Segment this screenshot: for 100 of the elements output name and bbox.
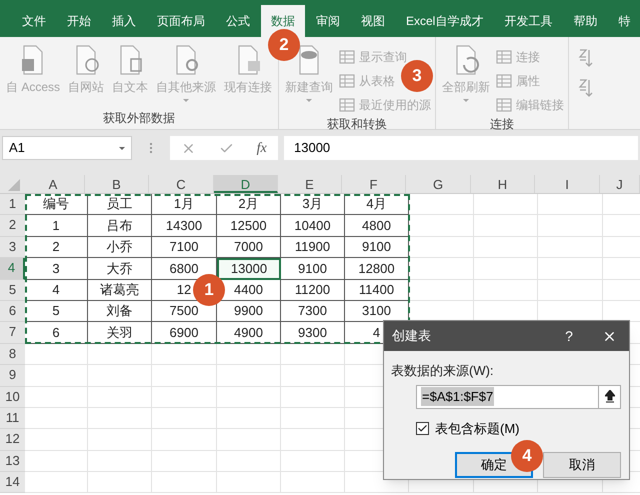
- empty-cell[interactable]: [409, 258, 474, 280]
- empty-cell[interactable]: [474, 258, 538, 280]
- help-button[interactable]: ?: [549, 326, 589, 346]
- empty-cell[interactable]: [409, 215, 474, 237]
- empty-cell[interactable]: [88, 429, 152, 451]
- empty-cell[interactable]: [88, 472, 152, 494]
- table-cell: 14300: [152, 215, 217, 237]
- table-cell: 9100: [281, 258, 345, 280]
- empty-cell[interactable]: [217, 344, 281, 366]
- empty-cell[interactable]: [217, 429, 281, 451]
- empty-cell[interactable]: [281, 386, 345, 408]
- insert-function-button[interactable]: fx: [256, 138, 267, 158]
- empty-cell[interactable]: [281, 344, 345, 366]
- column-header[interactable]: J: [600, 175, 640, 193]
- column-header[interactable]: A: [22, 175, 85, 193]
- row-header[interactable]: 9: [0, 365, 25, 387]
- table-icon: [496, 98, 512, 112]
- row-header[interactable]: 13: [0, 450, 25, 472]
- empty-cell[interactable]: [538, 280, 603, 301]
- empty-cell[interactable]: [409, 236, 474, 258]
- ribbon-tab[interactable]: 开始: [57, 5, 101, 37]
- ribbon-tab[interactable]: 开发工具: [494, 5, 562, 37]
- group-label: 连接: [489, 116, 516, 133]
- row-header[interactable]: 7: [0, 322, 25, 344]
- table-cell: 11900: [281, 236, 345, 258]
- table-cell: 6: [25, 322, 88, 344]
- empty-cell[interactable]: [152, 472, 217, 494]
- empty-cell[interactable]: [217, 450, 281, 472]
- empty-cell[interactable]: [538, 258, 603, 280]
- empty-cell[interactable]: [538, 236, 603, 258]
- ribbon-tab[interactable]: 数据: [261, 5, 305, 37]
- empty-cell[interactable]: [409, 280, 474, 301]
- column-header[interactable]: B: [85, 175, 149, 193]
- empty-cell[interactable]: [409, 194, 474, 216]
- row-header[interactable]: 12: [0, 429, 25, 451]
- row-header[interactable]: 3: [0, 236, 25, 258]
- empty-cell[interactable]: [152, 386, 217, 408]
- row-header[interactable]: 5: [0, 280, 25, 301]
- row-header[interactable]: 6: [0, 300, 25, 322]
- empty-cell[interactable]: [217, 365, 281, 387]
- empty-cell[interactable]: [217, 472, 281, 494]
- name-box[interactable]: A1: [2, 136, 132, 160]
- ribbon-tab[interactable]: 审阅: [306, 5, 350, 37]
- empty-cell[interactable]: [281, 408, 345, 430]
- empty-cell[interactable]: [474, 280, 538, 301]
- ribbon-tab[interactable]: 特: [608, 5, 640, 37]
- table-cell: 4月: [345, 194, 409, 216]
- empty-cell[interactable]: [281, 450, 345, 472]
- formula-input[interactable]: 13000: [284, 136, 638, 160]
- table-icon: [339, 50, 356, 64]
- table-icon: [496, 74, 512, 88]
- empty-cell[interactable]: [88, 365, 152, 387]
- ribbon-tab[interactable]: 页面布局: [147, 5, 215, 37]
- empty-cell[interactable]: [88, 344, 152, 366]
- empty-cell[interactable]: [281, 365, 345, 387]
- empty-cell[interactable]: [217, 386, 281, 408]
- table-cell: 6900: [152, 322, 217, 344]
- row-header[interactable]: 1: [0, 194, 25, 216]
- column-header[interactable]: G: [406, 175, 471, 193]
- ribbon-tab[interactable]: 公式: [216, 5, 260, 37]
- ribbon-tab[interactable]: Excel自学成才: [396, 5, 494, 37]
- empty-cell[interactable]: [474, 215, 538, 237]
- empty-cell[interactable]: [88, 386, 152, 408]
- empty-cell[interactable]: [152, 429, 217, 451]
- row-header[interactable]: 10: [0, 386, 25, 408]
- column-header[interactable]: I: [535, 175, 600, 193]
- checkbox[interactable]: [416, 422, 429, 435]
- column-header[interactable]: F: [342, 175, 406, 193]
- empty-cell[interactable]: [152, 450, 217, 472]
- empty-cell[interactable]: [152, 408, 217, 430]
- source-label: 表数据的来源(W):: [391, 362, 495, 380]
- ribbon-tab[interactable]: 文件: [12, 5, 56, 37]
- empty-cell[interactable]: [538, 194, 603, 216]
- column-header[interactable]: E: [278, 175, 342, 193]
- empty-cell[interactable]: [88, 408, 152, 430]
- table-cell: 7100: [152, 236, 217, 258]
- ribbon-tab[interactable]: 插入: [102, 5, 146, 37]
- ribbon-tab[interactable]: 视图: [351, 5, 395, 37]
- table-icon: [339, 98, 356, 112]
- empty-cell[interactable]: [88, 450, 152, 472]
- empty-cell[interactable]: [281, 472, 345, 494]
- row-header[interactable]: 4: [0, 258, 25, 280]
- empty-cell[interactable]: [152, 344, 217, 366]
- step-number-callout-tooltip: 1: [193, 274, 225, 306]
- empty-cell[interactable]: [217, 408, 281, 430]
- table-cell: 11400: [345, 280, 409, 301]
- row-header[interactable]: 2: [0, 215, 25, 237]
- dialog-button[interactable]: 取消: [543, 452, 621, 478]
- empty-cell[interactable]: [474, 236, 538, 258]
- row-header[interactable]: 11: [0, 408, 25, 430]
- column-header[interactable]: D: [214, 175, 278, 193]
- empty-cell[interactable]: [281, 429, 345, 451]
- empty-cell[interactable]: [152, 365, 217, 387]
- column-header[interactable]: H: [471, 175, 535, 193]
- empty-cell[interactable]: [474, 194, 538, 216]
- row-header[interactable]: 14: [0, 472, 25, 494]
- row-header[interactable]: 8: [0, 344, 25, 366]
- empty-cell[interactable]: [538, 215, 603, 237]
- ribbon-tab[interactable]: 帮助: [563, 5, 608, 37]
- select-all-icon[interactable]: [8, 179, 20, 191]
